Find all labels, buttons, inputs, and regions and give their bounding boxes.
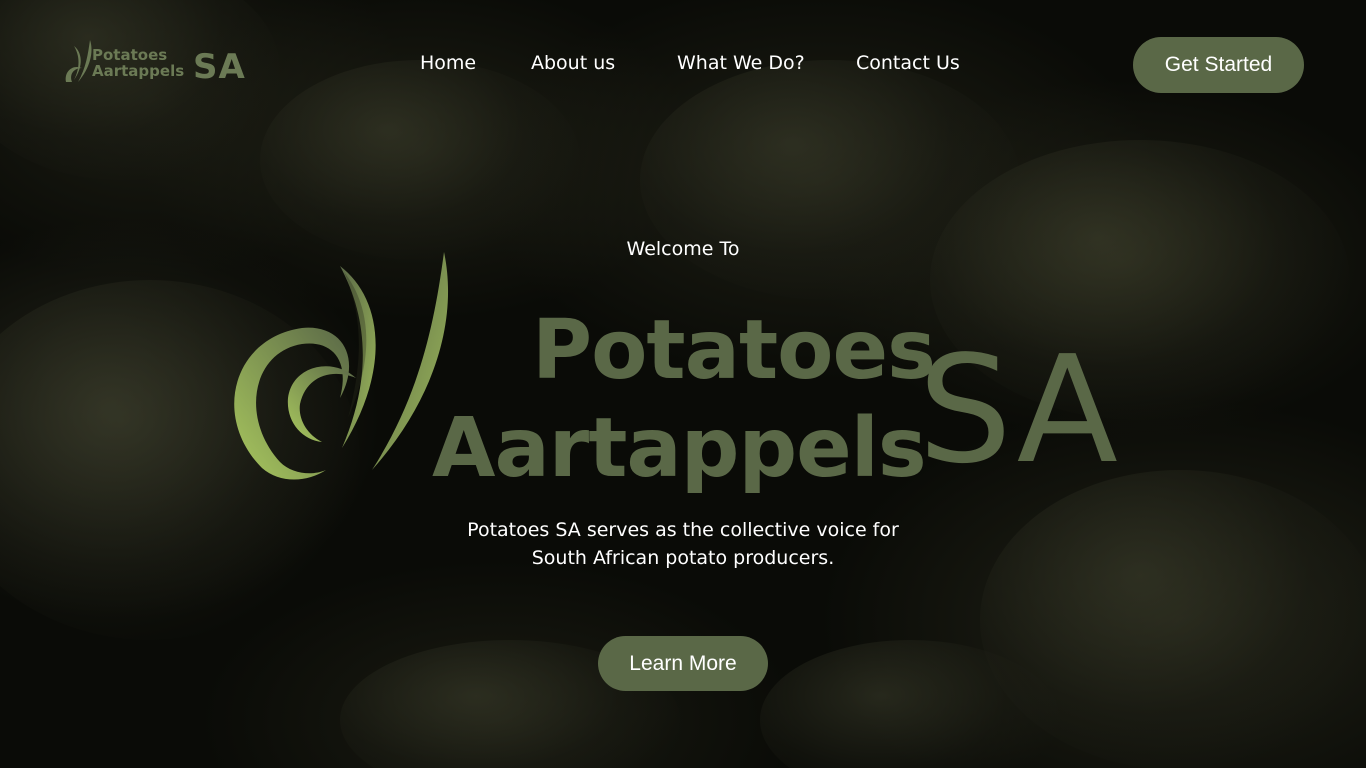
nav-item-contact-us[interactable]: Contact Us xyxy=(856,52,960,74)
hero-tagline: Potatoes SA serves as the collective voi… xyxy=(383,516,983,572)
hero-logo-line1: Potatoes xyxy=(532,303,936,398)
hero-logo-line2: Aartappels xyxy=(432,401,927,496)
hero-logo: Potatoes Aartappels SA xyxy=(222,248,1142,498)
background-potato xyxy=(0,0,280,180)
background-potato xyxy=(260,60,580,260)
background-potato xyxy=(760,640,1060,768)
hero-tagline-line1: Potatoes SA serves as the collective voi… xyxy=(467,519,899,541)
hero-page: Potatoes Aartappels SA Home About us Wha… xyxy=(0,0,1366,768)
nav-item-home[interactable]: Home xyxy=(420,52,476,74)
hero-tagline-line2: South African potato producers. xyxy=(531,547,835,569)
background-potato xyxy=(980,470,1366,768)
hero-logo-suffix: SA xyxy=(918,324,1120,496)
leaf-swirl-icon xyxy=(234,252,449,480)
get-started-button[interactable]: Get Started xyxy=(1133,37,1304,93)
nav-item-what-we-do[interactable]: What We Do? xyxy=(677,52,805,74)
learn-more-button[interactable]: Learn More xyxy=(598,636,768,691)
nav-item-about-us[interactable]: About us xyxy=(531,52,615,74)
